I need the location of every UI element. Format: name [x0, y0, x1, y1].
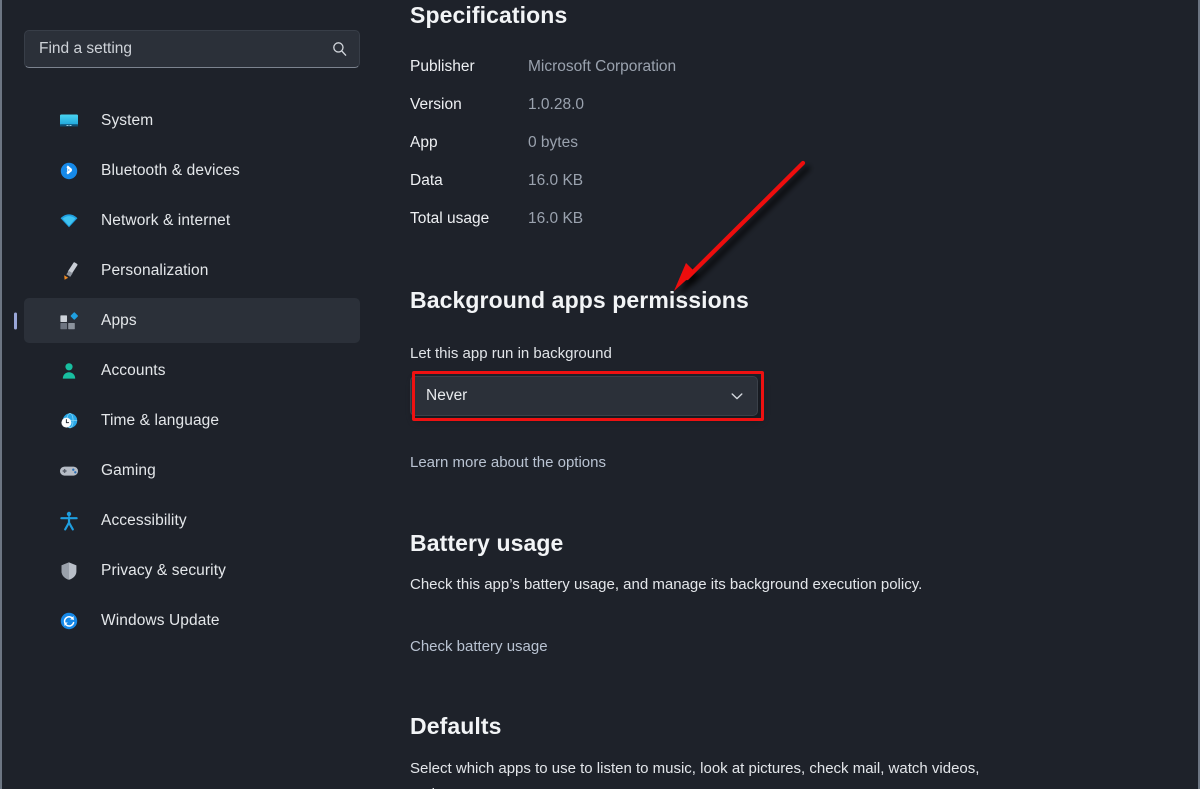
- gamepad-icon: [58, 460, 80, 482]
- spec-value: 16.0 KB: [528, 172, 583, 190]
- clock-globe-icon: [58, 410, 80, 432]
- sidebar-item-label: Network & internet: [101, 212, 230, 230]
- background-run-dropdown[interactable]: Never: [410, 376, 758, 416]
- sidebar-item-label: System: [101, 112, 153, 130]
- sidebar: System Bluetooth & devices: [2, 0, 376, 789]
- sidebar-item-accessibility[interactable]: Accessibility: [24, 498, 360, 543]
- paintbrush-icon: [58, 260, 80, 282]
- specifications-title: Specifications: [410, 2, 567, 29]
- learn-more-link[interactable]: Learn more about the options: [410, 454, 606, 471]
- sidebar-item-bluetooth-devices[interactable]: Bluetooth & devices: [24, 148, 360, 193]
- sidebar-item-time-language[interactable]: Time & language: [24, 398, 360, 443]
- sidebar-item-privacy-security[interactable]: Privacy & security: [24, 548, 360, 593]
- sidebar-item-label: Personalization: [101, 262, 208, 280]
- search-icon: [331, 40, 349, 58]
- sidebar-item-label: Accounts: [101, 362, 166, 380]
- spec-value: 0 bytes: [528, 134, 578, 152]
- dropdown-selected-value: Never: [426, 387, 729, 405]
- spec-key: Total usage: [410, 210, 528, 228]
- sidebar-item-label: Time & language: [101, 412, 219, 430]
- battery-usage-description: Check this app’s battery usage, and mana…: [410, 572, 970, 598]
- sidebar-item-accounts[interactable]: Accounts: [24, 348, 360, 393]
- spec-row: Data 16.0 KB: [410, 172, 676, 210]
- spec-key: Publisher: [410, 58, 528, 76]
- person-icon: [58, 360, 80, 382]
- shield-icon: [58, 560, 80, 582]
- battery-usage-title: Battery usage: [410, 530, 563, 557]
- sidebar-item-gaming[interactable]: Gaming: [24, 448, 360, 493]
- chevron-down-icon: [729, 388, 745, 404]
- main-content: Specifications Publisher Microsoft Corpo…: [376, 0, 1200, 789]
- sidebar-item-label: Accessibility: [101, 512, 187, 530]
- spec-key: App: [410, 134, 528, 152]
- sidebar-nav: System Bluetooth & devices: [24, 98, 360, 648]
- spec-row: App 0 bytes: [410, 134, 676, 172]
- search-input[interactable]: [39, 40, 331, 58]
- spec-row: Publisher Microsoft Corporation: [410, 58, 676, 96]
- spec-row: Version 1.0.28.0: [410, 96, 676, 134]
- check-battery-usage-link[interactable]: Check battery usage: [410, 638, 548, 655]
- sidebar-item-label: Gaming: [101, 462, 156, 480]
- accessibility-icon: [58, 510, 80, 532]
- sidebar-item-label: Bluetooth & devices: [101, 162, 240, 180]
- wifi-icon: [58, 210, 80, 232]
- sidebar-item-personalization[interactable]: Personalization: [24, 248, 360, 293]
- settings-window: System Bluetooth & devices: [0, 0, 1200, 789]
- background-apps-title: Background apps permissions: [410, 287, 749, 314]
- background-run-label: Let this app run in background: [410, 345, 612, 362]
- monitor-icon: [58, 110, 80, 132]
- spec-value: Microsoft Corporation: [528, 58, 676, 76]
- search-box[interactable]: [24, 30, 360, 68]
- sidebar-item-network-internet[interactable]: Network & internet: [24, 198, 360, 243]
- sidebar-item-label: Windows Update: [101, 612, 220, 630]
- update-refresh-icon: [58, 610, 80, 632]
- bluetooth-icon: [58, 160, 80, 182]
- spec-key: Data: [410, 172, 528, 190]
- sidebar-item-system[interactable]: System: [24, 98, 360, 143]
- sidebar-item-windows-update[interactable]: Windows Update: [24, 598, 360, 643]
- search-container: [24, 30, 360, 68]
- defaults-description: Select which apps to use to listen to mu…: [410, 756, 980, 789]
- specifications-table: Publisher Microsoft Corporation Version …: [410, 58, 676, 248]
- sidebar-item-label: Apps: [101, 312, 137, 330]
- spec-key: Version: [410, 96, 528, 114]
- defaults-title: Defaults: [410, 713, 502, 740]
- spec-value: 1.0.28.0: [528, 96, 584, 114]
- spec-value: 16.0 KB: [528, 210, 583, 228]
- sidebar-item-label: Privacy & security: [101, 562, 226, 580]
- sidebar-item-apps[interactable]: Apps: [24, 298, 360, 343]
- apps-grid-icon: [58, 310, 80, 332]
- spec-row: Total usage 16.0 KB: [410, 210, 676, 248]
